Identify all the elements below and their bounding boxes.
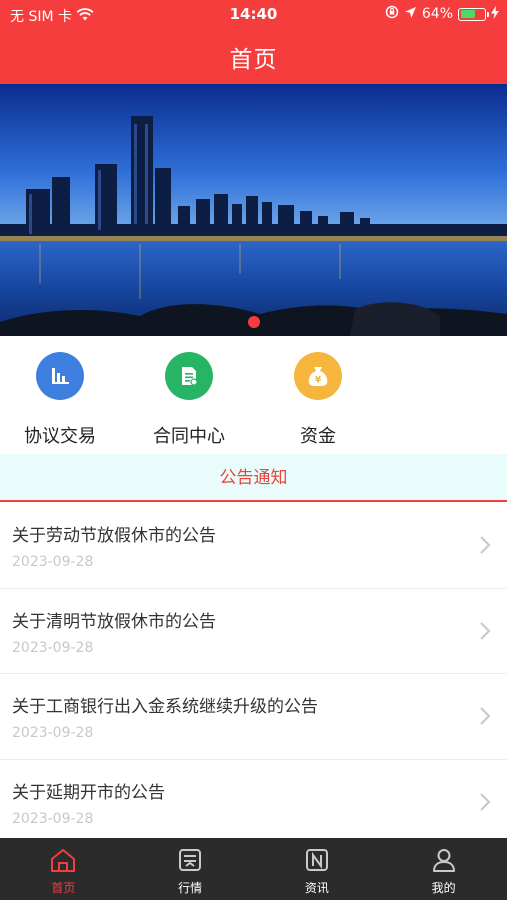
svg-text:¥: ¥ [315, 376, 322, 386]
tab-news[interactable]: 资讯 [254, 838, 381, 900]
quick-actions: 协议交易 合同中心 ¥ 资金 [0, 336, 507, 454]
notice-item[interactable]: 关于延期开市的公告 2023-09-28 [0, 759, 507, 845]
notice-item[interactable]: 关于劳动节放假休市的公告 2023-09-28 [0, 503, 507, 589]
market-icon [127, 846, 254, 874]
banner-carousel[interactable] [0, 84, 507, 336]
document-icon [165, 352, 213, 400]
chevron-right-icon [480, 621, 491, 640]
tab-label: 资讯 [304, 881, 329, 895]
banner-image [0, 84, 507, 336]
app-header: 无 SIM 卡 14:40 64% 首页 [0, 0, 507, 84]
battery-level [460, 10, 476, 18]
notice-title: 关于清明节放假休市的公告 [12, 611, 216, 632]
carousel-dot-active[interactable] [248, 316, 260, 328]
notice-date: 2023-09-28 [12, 810, 94, 827]
tab-market[interactable]: 行情 [127, 838, 254, 900]
notice-item[interactable]: 关于工商银行出入金系统继续升级的公告 2023-09-28 [0, 674, 507, 760]
notice-heading[interactable]: 公告通知 [0, 454, 507, 502]
tab-label: 首页 [51, 881, 76, 895]
quick-action-label: 协议交易 [24, 426, 96, 447]
chevron-right-icon [480, 536, 491, 554]
notice-item[interactable]: 关于清明节放假休市的公告 2023-09-28 [0, 588, 507, 674]
battery-icon [458, 7, 489, 21]
battery-percent: 64% [421, 6, 453, 22]
notice-date: 2023-09-28 [12, 725, 94, 741]
status-bar: 无 SIM 卡 14:40 64% [0, 0, 507, 28]
tab-mine[interactable]: 我的 [380, 838, 507, 900]
quick-action-agreement-trade[interactable]: 协议交易 [0, 352, 120, 448]
quick-action-label: 资金 [300, 426, 336, 447]
quick-action-contract-center[interactable]: 合同中心 [129, 352, 249, 448]
tab-bar: 首页 行情 资讯 我的 [0, 838, 507, 900]
page-title: 首页 [229, 47, 278, 73]
location-icon [404, 6, 417, 23]
tab-label: 行情 [178, 881, 203, 895]
charging-icon [491, 5, 499, 23]
chevron-right-icon [480, 707, 491, 725]
notice-title: 关于工商银行出入金系统继续升级的公告 [12, 697, 318, 717]
bar-chart-icon [36, 352, 84, 400]
status-right: 64% [385, 5, 499, 23]
tab-label: 我的 [431, 881, 456, 895]
money-bag-icon: ¥ [294, 352, 342, 400]
quick-action-label: 合同中心 [153, 426, 225, 447]
notice-title: 关于延期开市的公告 [12, 782, 165, 803]
home-icon [0, 846, 127, 874]
notice-title: 关于劳动节放假休市的公告 [12, 526, 216, 546]
tab-home[interactable]: 首页 [0, 838, 127, 900]
user-icon [380, 846, 507, 874]
notice-date: 2023-09-28 [12, 639, 94, 656]
notice-date: 2023-09-28 [12, 554, 94, 570]
news-icon [254, 846, 381, 874]
chevron-right-icon [480, 792, 491, 811]
orientation-lock-icon [385, 5, 399, 23]
quick-action-funds[interactable]: ¥ 资金 [258, 352, 378, 448]
notice-list: 关于劳动节放假休市的公告 2023-09-28 关于清明节放假休市的公告 202… [0, 503, 507, 845]
